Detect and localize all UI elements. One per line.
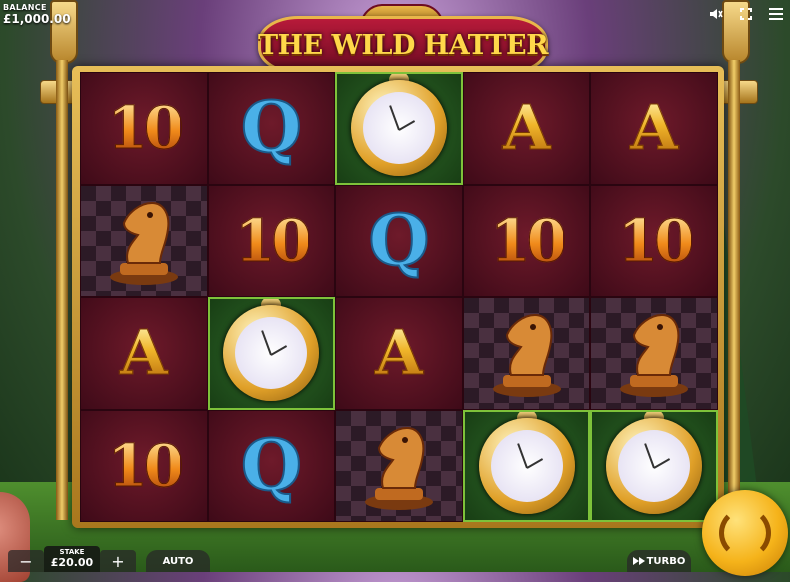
reel-cell: A [590, 72, 718, 185]
reel-cell-knight [462, 297, 591, 410]
pocket-watch-icon [475, 411, 579, 518]
reel-cell: 10 [207, 184, 336, 297]
symbol-q: Q [240, 423, 303, 507]
reel-cell-wild [590, 409, 718, 522]
reel-cell-wild [207, 297, 336, 410]
reel-cell: Q [335, 184, 463, 297]
reel-cell: 10 [590, 184, 718, 297]
symbol-ten: 10 [107, 94, 185, 163]
symbol-ten: 10 [107, 431, 185, 500]
top-toolbar [708, 6, 784, 22]
reel-cell: 10 [80, 72, 208, 185]
turbo-label: TURBO [646, 555, 686, 567]
fullscreen-icon[interactable] [738, 6, 754, 22]
auto-button[interactable]: AUTO [146, 550, 210, 572]
chess-knight-icon [604, 301, 704, 405]
stake-value: £20.00 [50, 556, 94, 569]
symbol-a: A [630, 91, 679, 165]
symbol-q: Q [368, 198, 431, 282]
reel-cell-wild [462, 409, 591, 522]
reel-cell-wild [335, 72, 463, 185]
balance-display: BALANCE £1,000.00 [3, 3, 71, 26]
symbol-a: A [374, 316, 424, 390]
reel-cell-knight [80, 184, 208, 297]
stake-increase-button[interactable]: + [100, 550, 136, 572]
balance-label: BALANCE [3, 3, 47, 12]
pocket-watch-icon [219, 298, 323, 405]
reel-cell-knight [590, 297, 718, 410]
reel-cell: 10 [80, 409, 208, 522]
bottom-bar: − STAKE £20.00 + AUTO TURBO [0, 546, 790, 572]
reel-cell: A [335, 297, 463, 410]
chess-knight-icon [94, 189, 194, 293]
reel-cell: Q [207, 409, 336, 522]
spin-arrows-icon [719, 507, 771, 559]
reel-cell: Q [207, 72, 336, 185]
stake-label: STAKE [59, 548, 85, 556]
reel-cell: 10 [462, 184, 591, 297]
stake-display: STAKE £20.00 [44, 546, 100, 572]
game-title: THE WILD HATTER [257, 29, 549, 61]
pocket-watch-icon [347, 73, 451, 180]
symbol-a: A [502, 91, 551, 165]
balance-value: £1,000.00 [3, 12, 71, 26]
symbol-ten: 10 [235, 206, 313, 275]
symbol-a: A [119, 316, 168, 390]
chess-knight-icon [477, 301, 577, 405]
game-logo: THE WILD HATTER [258, 4, 549, 74]
fast-forward-icon [632, 557, 645, 565]
reel-cell: A [80, 297, 208, 410]
stake-decrease-button[interactable]: − [8, 550, 44, 572]
spin-button[interactable] [702, 490, 788, 576]
pocket-watch-icon [602, 411, 706, 518]
symbol-ten: 10 [617, 206, 695, 275]
menu-icon[interactable] [768, 6, 784, 22]
reel-grid: 10 Q A A 10 Q 10 10 A A 10 Q [80, 72, 718, 522]
chess-knight-icon [349, 414, 449, 518]
turbo-button[interactable]: TURBO [627, 550, 691, 572]
reel-cell-knight [335, 409, 463, 522]
sound-off-icon[interactable] [708, 6, 724, 22]
symbol-ten: 10 [490, 206, 568, 275]
reel-cell: A [462, 72, 591, 185]
symbol-q: Q [240, 86, 303, 170]
